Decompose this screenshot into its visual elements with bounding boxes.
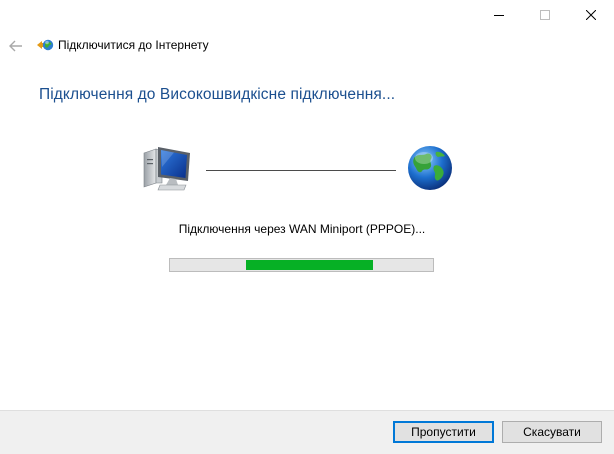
maximize-icon xyxy=(540,10,550,20)
progress-bar xyxy=(169,258,434,272)
connect-internet-icon xyxy=(37,39,54,51)
back-arrow-icon xyxy=(9,40,22,52)
skip-button[interactable]: Пропустити xyxy=(393,421,494,443)
close-button[interactable] xyxy=(568,0,614,30)
computer-icon xyxy=(143,147,190,191)
status-text: Підключення через WAN Miniport (PPPOE)..… xyxy=(0,222,614,236)
back-button[interactable] xyxy=(6,36,26,56)
window-title: Підключитися до Інтернету xyxy=(58,38,209,52)
minimize-icon xyxy=(494,15,504,16)
page-title: Підключення до Високошвидкісне підключен… xyxy=(39,86,396,103)
minimize-button[interactable] xyxy=(476,0,522,30)
maximize-button[interactable] xyxy=(522,0,568,30)
status-label: Підключення через WAN Miniport (PPPOE)..… xyxy=(178,222,426,236)
window-controls xyxy=(476,0,614,30)
progress-fill xyxy=(246,260,373,270)
close-icon xyxy=(586,10,596,20)
connection-line xyxy=(206,170,396,171)
globe-icon xyxy=(408,146,452,190)
cancel-button[interactable]: Скасувати xyxy=(502,421,602,443)
